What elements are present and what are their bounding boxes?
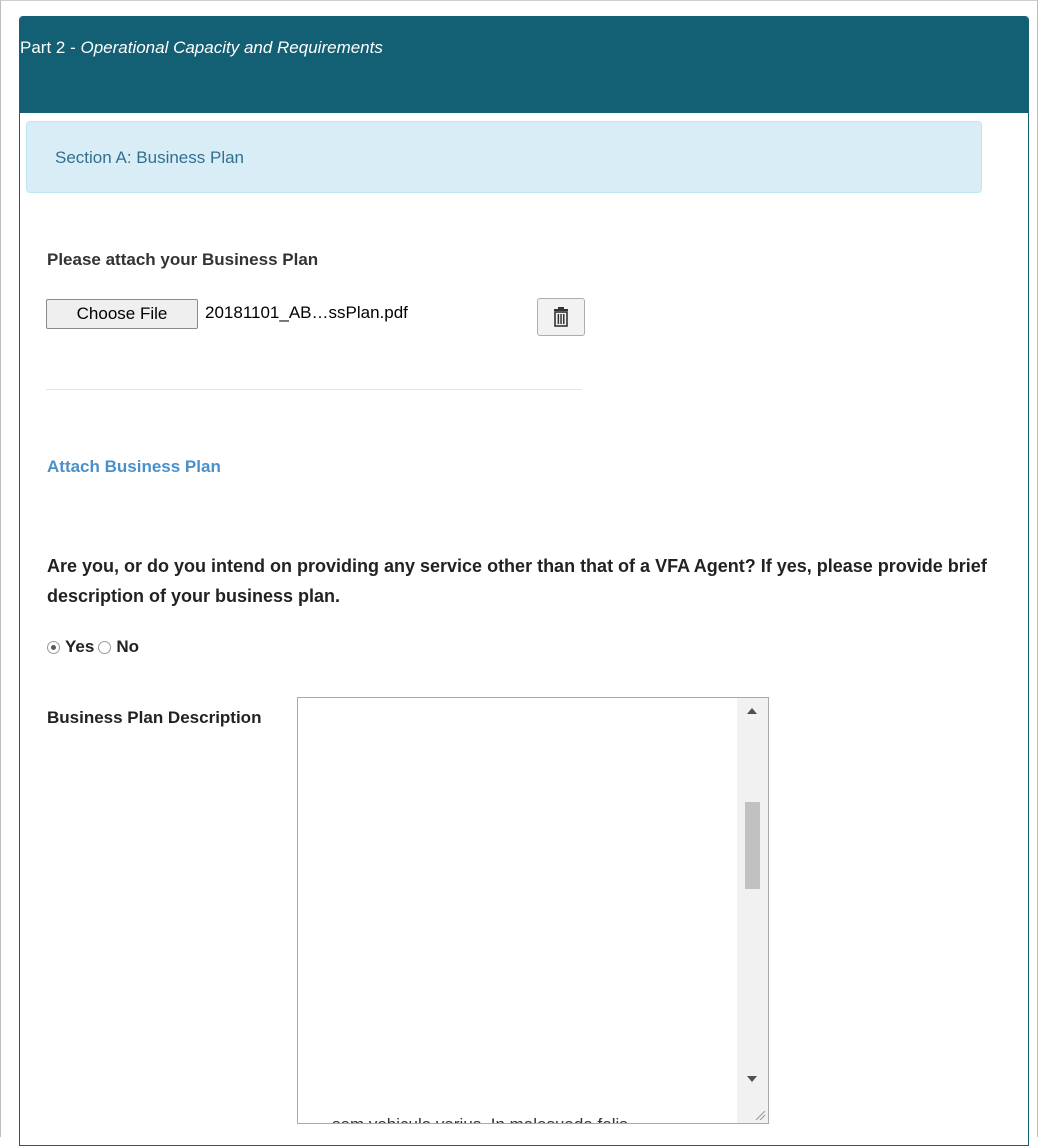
textarea-partial-text: sem vehicula varius. In malesuada felis	[332, 1115, 628, 1123]
textarea-scrollbar[interactable]	[737, 698, 768, 1123]
service-radio-group: Yes No	[47, 632, 143, 662]
delete-file-button[interactable]	[537, 298, 585, 336]
attach-business-plan-link[interactable]: Attach Business Plan	[47, 452, 247, 482]
radio-no-label: No	[116, 637, 139, 656]
radio-no[interactable]	[98, 640, 112, 654]
service-question: Are you, or do you intend on providing a…	[47, 556, 987, 606]
scroll-thumb[interactable]	[745, 802, 760, 889]
radio-yes[interactable]	[47, 640, 60, 654]
divider	[46, 389, 582, 390]
description-label: Business Plan Description	[47, 708, 262, 727]
panel-heading-title: Operational Capacity and Requirements	[80, 38, 383, 57]
resize-grip-icon[interactable]	[752, 1107, 766, 1121]
description-textarea-input[interactable]	[298, 698, 736, 1123]
trash-icon	[554, 307, 568, 327]
choose-file-button[interactable]: Choose File	[46, 299, 198, 329]
scroll-down-arrow-icon[interactable]	[747, 1076, 757, 1082]
panel-heading-prefix: Part 2 -	[20, 38, 81, 57]
selected-file-name: 20181101_AB…ssPlan.pdf	[205, 303, 408, 322]
section-alert: Section A: Business Plan	[26, 121, 982, 193]
radio-yes-label: Yes	[65, 637, 95, 656]
resize-handle-icon	[755, 1110, 766, 1121]
scroll-up-arrow-icon[interactable]	[747, 708, 757, 714]
panel-heading: Part 2 - Operational Capacity and Requir…	[20, 17, 1028, 113]
business-plan-description-textarea[interactable]: sem vehicula varius. In malesuada felis	[297, 697, 769, 1124]
section-title: Section A: Business Plan	[55, 148, 245, 167]
attach-prompt: Please attach your Business Plan	[47, 250, 319, 269]
